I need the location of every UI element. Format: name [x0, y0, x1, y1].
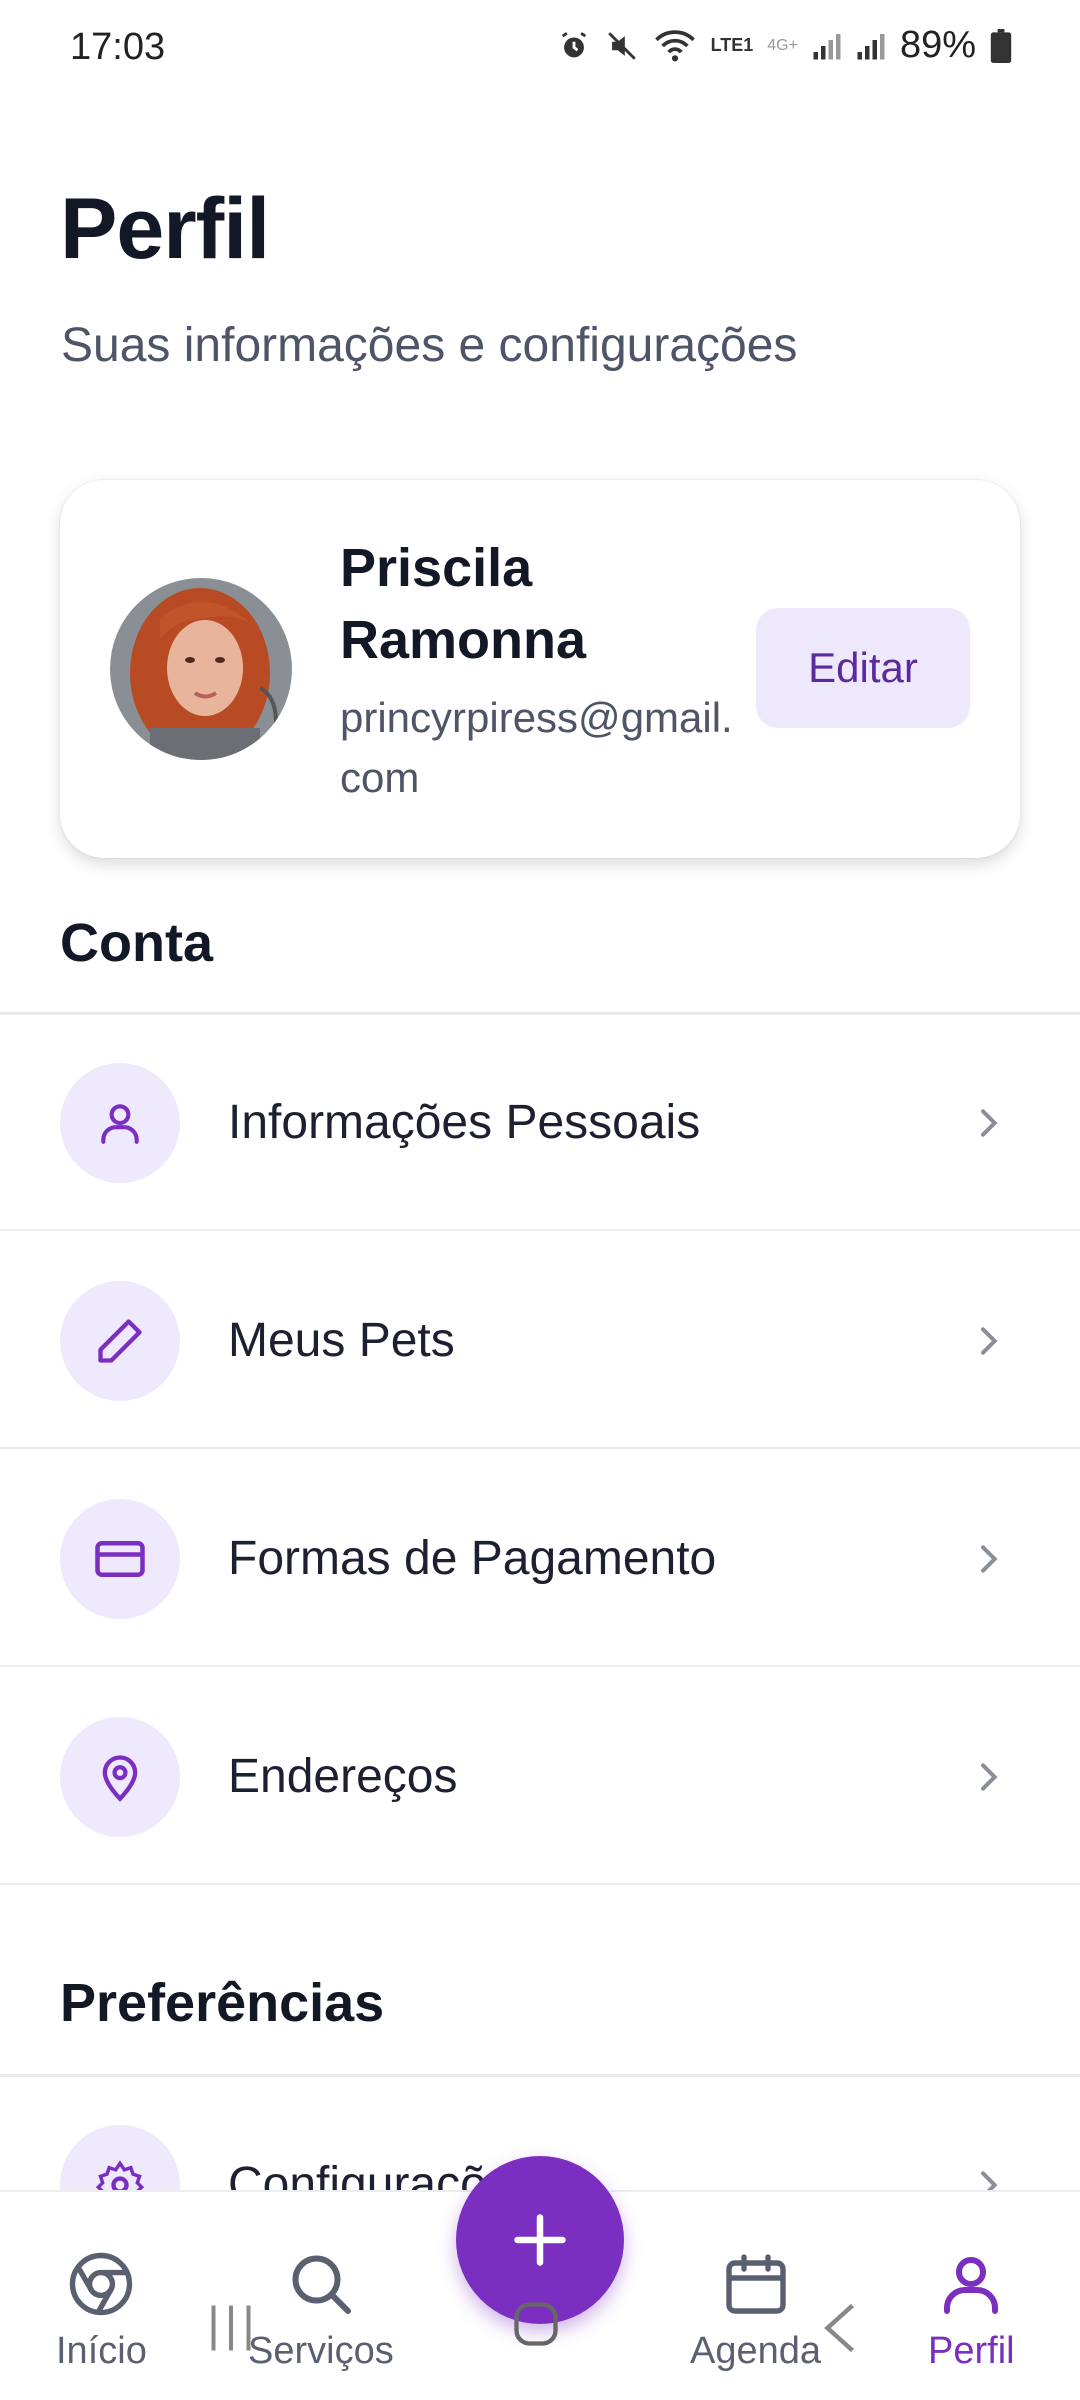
nav-item-home[interactable]: Início — [56, 2248, 147, 2373]
page-subtitle: Suas informações e configurações — [61, 319, 798, 372]
network-secondary-label: 4G+ — [767, 36, 798, 54]
status-icons: LTE1 4G+ 89% — [557, 24, 1012, 67]
alarm-icon — [561, 31, 586, 57]
home-system-icon[interactable] — [510, 2298, 562, 2350]
item-label: Endereços — [228, 1750, 458, 1803]
nav-label: Serviços — [248, 2330, 394, 2372]
item-label: Informações Pessoais — [228, 1096, 701, 1149]
item-icon-container — [60, 1281, 180, 1401]
section-title-account: Conta — [60, 913, 213, 973]
wifi-icon — [654, 29, 695, 61]
signal-icon — [813, 33, 841, 59]
nav-item-services[interactable]: Serviços — [248, 2248, 394, 2373]
recent-apps-icon[interactable] — [206, 2300, 256, 2356]
avatar[interactable] — [110, 578, 292, 760]
chevron-right-icon — [981, 1327, 998, 1355]
pencil-icon — [98, 1319, 142, 1363]
battery-icon — [990, 28, 1012, 63]
list-item-payment-methods[interactable]: Formas de Pagamento — [0, 1451, 1080, 1667]
list-item-addresses[interactable]: Endereços — [0, 1669, 1080, 1885]
nav-item-schedule[interactable]: Agenda — [690, 2248, 821, 2373]
item-label: Meus Pets — [228, 1314, 455, 1367]
profile-email: princyrpiress@gmail.com — [340, 694, 733, 801]
profile-card: Priscila Ramonna princyrpiress@gmail.com… — [60, 480, 1020, 858]
nav-label: Perfil — [928, 2330, 1015, 2372]
chevron-right-icon — [981, 1545, 998, 1573]
status-time: 17:03 — [70, 26, 166, 68]
list-item-personal-info[interactable]: Informações Pessoais — [0, 1015, 1080, 1231]
page-title: Perfil — [60, 181, 270, 277]
nav-label: Agenda — [690, 2330, 822, 2372]
home-icon — [70, 2252, 133, 2316]
user-icon — [101, 1104, 139, 1144]
map-pin-icon — [102, 1755, 138, 1802]
mute-icon — [607, 31, 636, 60]
credit-card-icon — [95, 1541, 145, 1577]
item-label: Formas de Pagamento — [228, 1532, 717, 1585]
calendar-icon — [725, 2254, 786, 2314]
item-icon-container — [60, 1063, 180, 1183]
status-bar: 17:03 LTE1 4G+ 89% — [0, 0, 1080, 100]
search-icon — [292, 2255, 351, 2314]
edit-profile-button[interactable]: Editar — [756, 608, 970, 728]
user-icon — [944, 2257, 999, 2314]
back-icon[interactable] — [820, 2300, 860, 2356]
list-item-my-pets[interactable]: Meus Pets — [0, 1233, 1080, 1449]
item-icon-container — [60, 1499, 180, 1619]
plus-icon — [514, 2214, 566, 2266]
nav-item-profile[interactable]: Perfil — [928, 2248, 1015, 2373]
battery-percent: 89% — [899, 24, 976, 66]
chevron-right-icon — [981, 1109, 998, 1137]
section-title-preferences: Preferências — [60, 1973, 385, 2033]
nav-label: Início — [56, 2330, 147, 2372]
item-icon-container — [60, 1717, 180, 1837]
profile-name: Priscila Ramonna — [340, 538, 587, 670]
network-label: LTE1 — [710, 35, 754, 55]
signal-icon-2 — [857, 33, 885, 59]
chevron-right-icon — [981, 1763, 998, 1791]
